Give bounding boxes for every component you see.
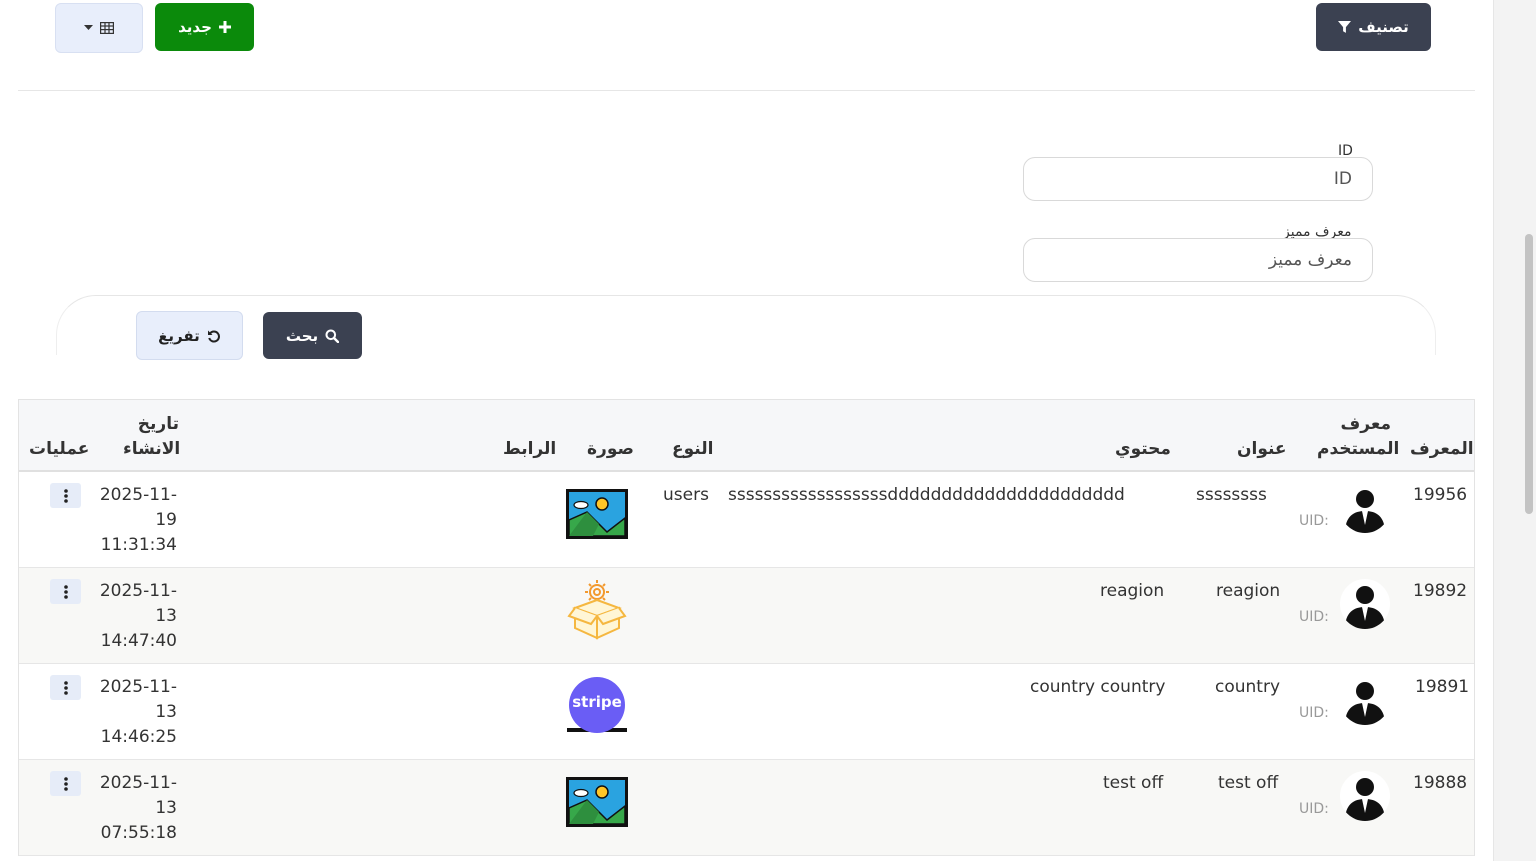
id-field-placeholder: ID [1333,169,1352,189]
header-created[interactable]: تاريخ الانشاء [123,412,180,462]
uid-label: UID: [1299,513,1329,529]
row-actions-button[interactable] [50,771,81,796]
user-silhouette-icon [1345,682,1385,725]
user-silhouette-icon [1345,586,1385,629]
header-type[interactable]: النوع [672,437,713,462]
cell-id: 19888 [1413,773,1468,793]
new-button-label: جديد [178,18,212,36]
user-silhouette-icon [1345,490,1385,533]
user-silhouette-icon [1345,778,1385,821]
cell-date: 2025-11- 19 11:31:34 [97,483,177,558]
box-gear-icon [567,580,627,640]
caret-down-icon [84,25,93,30]
filter-button[interactable]: تصنيف [1316,3,1431,51]
undo-icon [207,330,220,342]
box-gear-image[interactable] [565,578,629,640]
id-field[interactable]: ID [1023,157,1373,201]
cell-title: test off [1218,773,1279,793]
scrollbar-thumb[interactable] [1525,234,1533,514]
cell-content: reagion [1100,581,1165,601]
avatar [1340,771,1390,821]
uid-label: UID: [1299,705,1329,721]
header-user-id[interactable]: معرف المستخدم [1317,412,1399,462]
cell-content: country country [1030,677,1166,697]
cell-type: users [663,485,709,505]
landscape-image[interactable] [565,488,629,540]
cell-date: 2025-11- 13 07:55:18 [97,771,177,846]
header-content[interactable]: محتوي [1115,437,1171,462]
filter-icon [1338,20,1352,33]
search-button[interactable]: بحث [263,312,362,359]
table-row: 19891 UID: country country country strip… [19,664,1474,760]
landscape-image[interactable] [565,776,629,828]
cell-title: ssssssss [1196,485,1267,505]
date-day: 13 [155,798,177,818]
cell-id: 19891 [1415,677,1470,697]
cell-title: country [1215,677,1281,697]
date-part: 2025-11- [99,773,177,793]
avatar [1340,483,1390,533]
header-image[interactable]: صورة [587,437,634,462]
new-button[interactable]: جديد [155,3,254,51]
kebab-icon [63,776,68,791]
date-day: 13 [155,606,177,626]
toolbar: تصنيف جديد [18,0,1475,91]
date-time: 07:55:18 [100,823,177,843]
date-time: 11:31:34 [100,535,177,555]
header-actions: عمليات [29,439,90,459]
date-day: 13 [155,702,177,722]
cell-date: 2025-11- 13 14:47:40 [97,579,177,654]
header-link[interactable]: الرابط [503,437,556,462]
plus-icon [218,21,231,33]
cell-id: 19956 [1413,485,1468,505]
cell-content: ssssssssssssssssssdddddddddddddddddddddd [728,485,1125,505]
search-button-label: بحث [285,326,319,345]
table-row: 19888 UID: test off test off 2025-11- 13… [19,760,1474,856]
avatar [1340,579,1390,629]
landscape-icon [566,489,628,539]
table-row: 19892 UID: reagion reagion 2025-11- 13 1… [19,568,1474,664]
table-header: المعرف معرف المستخدم عنوان محتوي النوع ص… [19,400,1474,472]
search-icon [325,329,340,343]
cell-id: 19892 [1413,581,1468,601]
landscape-icon [566,777,628,827]
table-row: 19956 UID: ssssssss ssssssssssssssssssdd… [19,472,1474,568]
filter-button-label: تصنيف [1358,18,1409,36]
cell-date: 2025-11- 13 14:46:25 [97,675,177,750]
cell-content: test off [1103,773,1164,793]
uid-label: UID: [1299,801,1329,817]
date-time: 14:46:25 [100,727,177,747]
stripe-image[interactable]: stripe [565,676,629,738]
date-part: 2025-11- [99,677,177,697]
date-part: 2025-11- [99,581,177,601]
reset-button[interactable]: تفريغ [136,311,243,360]
stripe-logo-text: stripe [572,693,622,711]
avatar [1340,675,1390,725]
row-actions-button[interactable] [50,579,81,604]
view-toggle-button[interactable] [55,3,143,53]
records-table: المعرف معرف المستخدم عنوان محتوي النوع ص… [18,399,1475,856]
table-view-icon [100,22,114,34]
reset-button-label: تفريغ [158,326,200,345]
date-part: 2025-11- [99,485,177,505]
slug-field[interactable]: معرف مميز [1023,238,1373,282]
header-title[interactable]: عنوان [1237,437,1287,462]
kebab-icon [63,488,68,503]
kebab-icon [63,584,68,599]
date-day: 19 [155,510,177,530]
page-scrollbar[interactable] [1493,0,1536,861]
row-actions-button[interactable] [50,483,81,508]
date-time: 14:47:40 [100,631,177,651]
header-id[interactable]: المعرف [1410,437,1474,462]
uid-label: UID: [1299,609,1329,625]
slug-field-placeholder: معرف مميز [1268,250,1352,270]
kebab-icon [63,680,68,695]
cell-title: reagion [1216,581,1281,601]
row-actions-button[interactable] [50,675,81,700]
